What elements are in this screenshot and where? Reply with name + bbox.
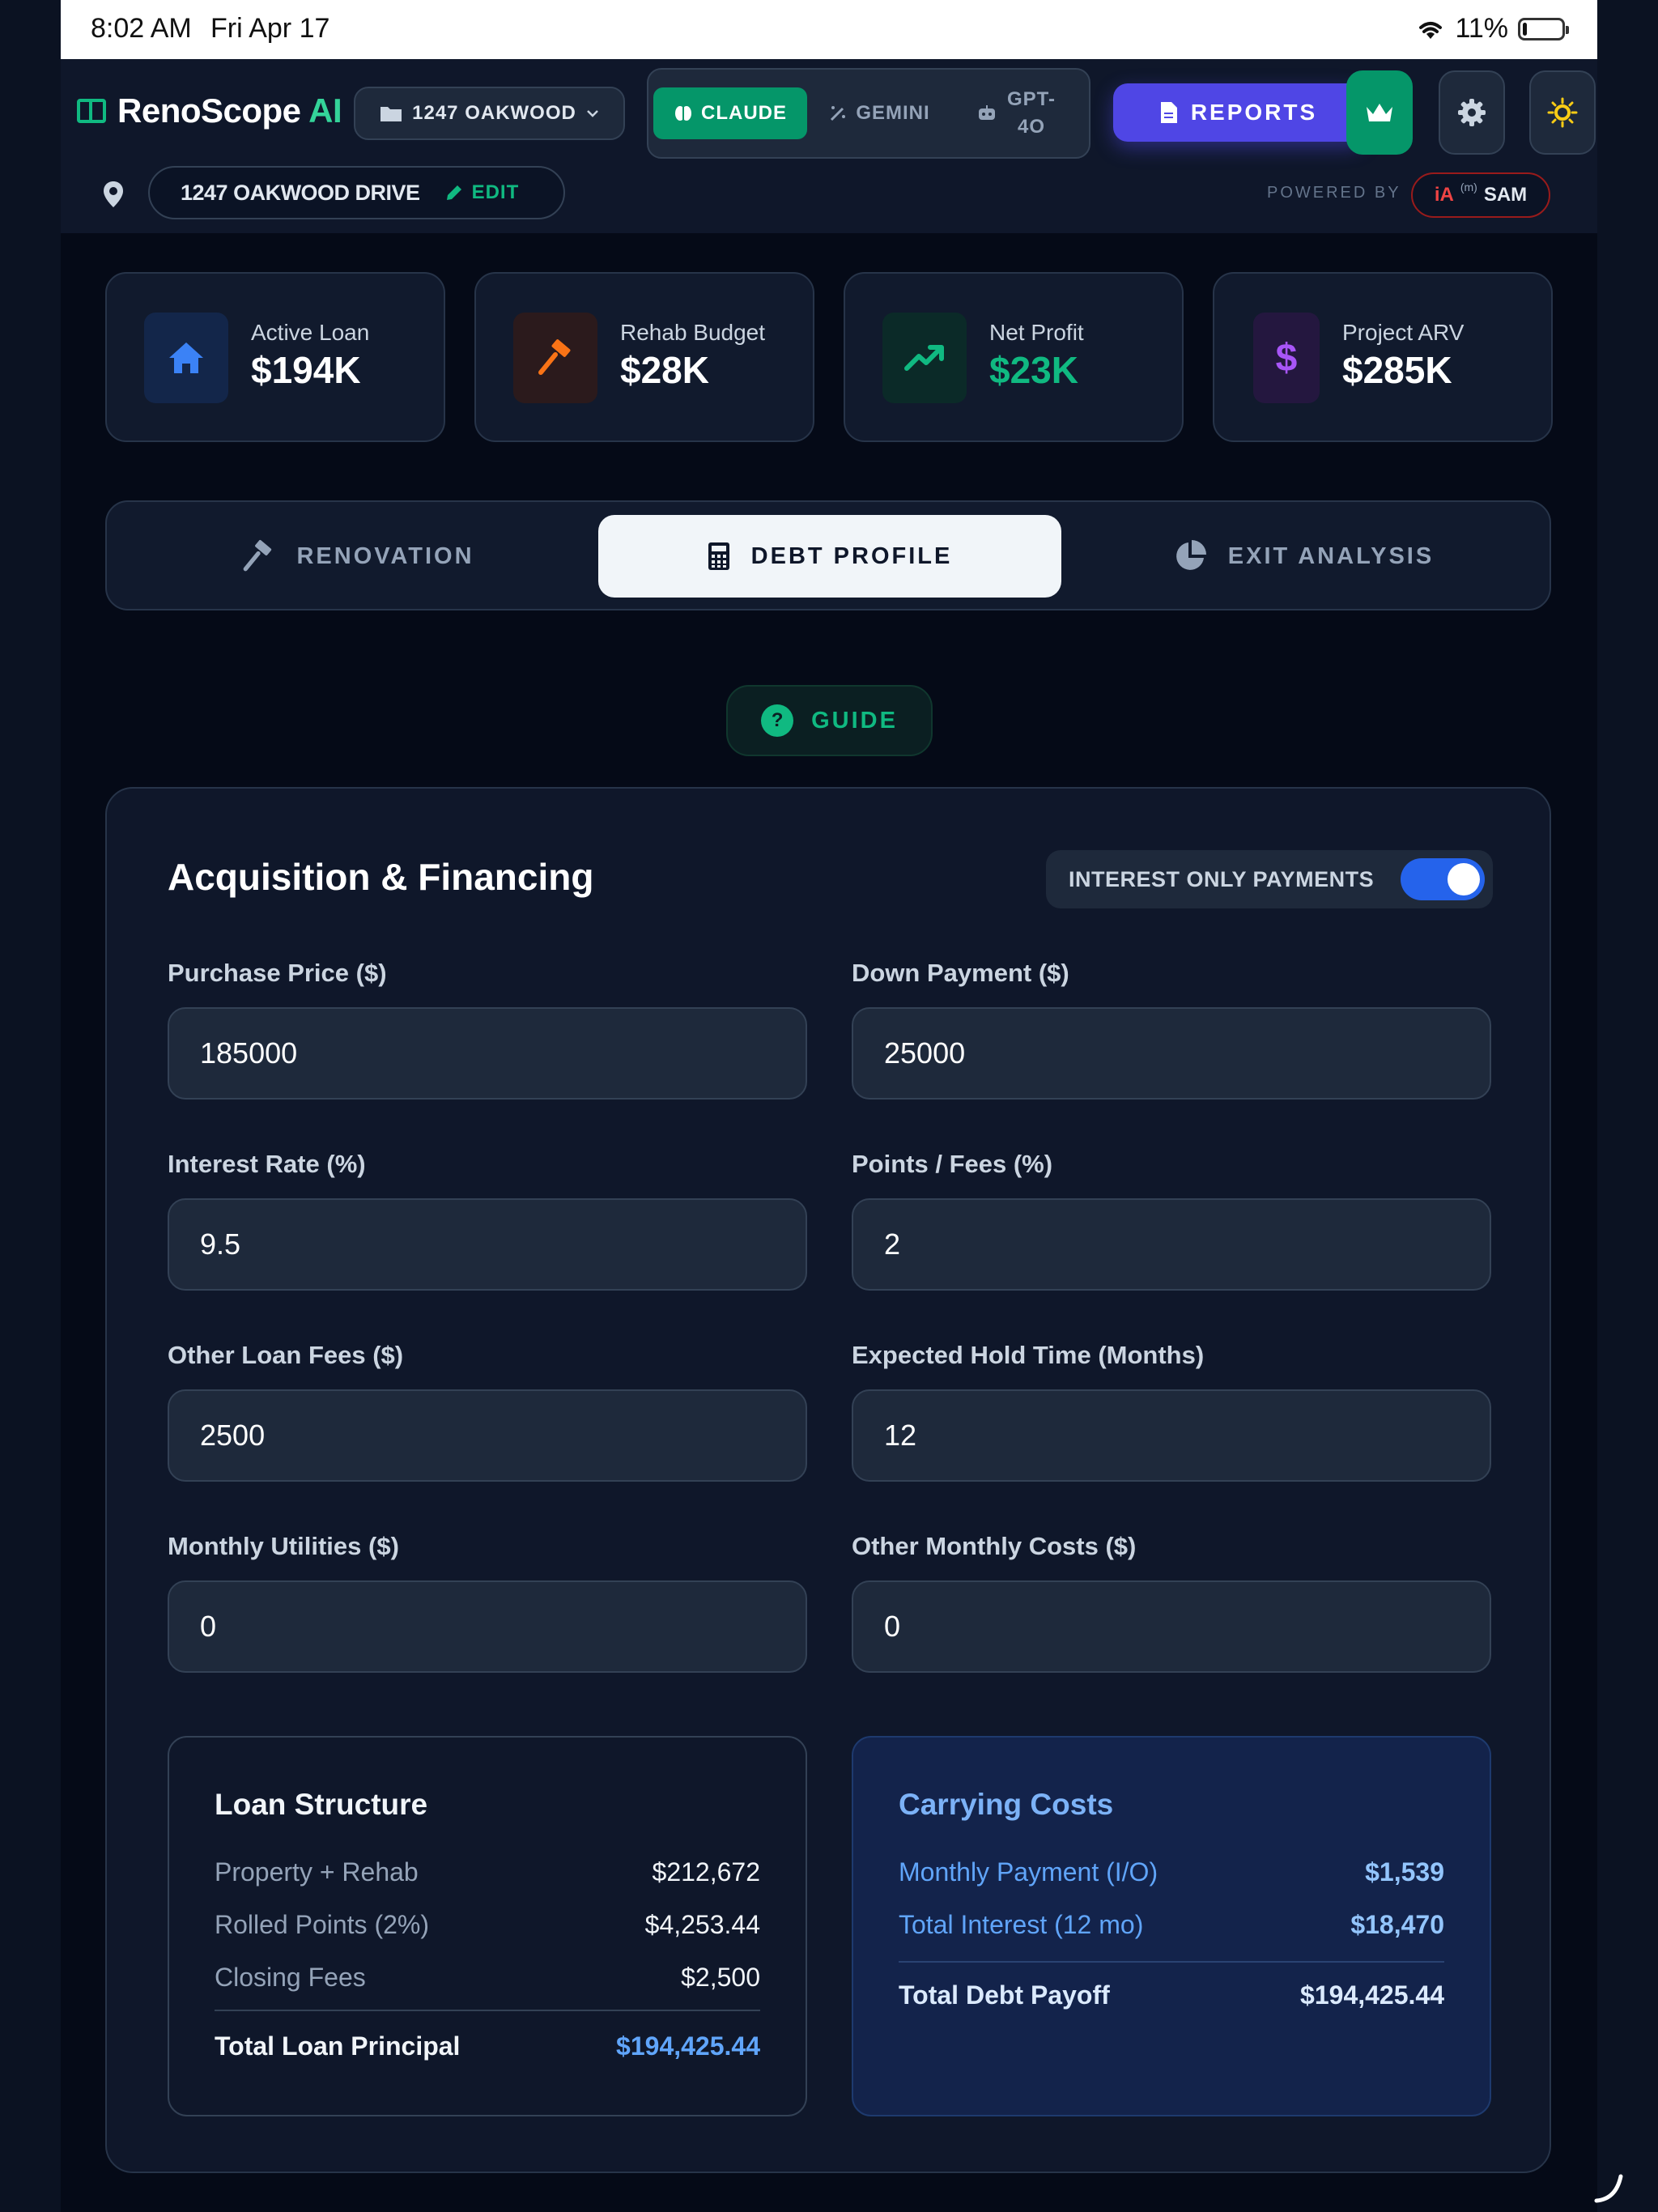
battery-level	[1523, 22, 1528, 36]
monthly-utilities-label: Monthly Utilities ($)	[168, 1532, 399, 1560]
brain-icon	[675, 106, 691, 121]
loan-row: Property + Rehab $212,672	[215, 1857, 760, 1887]
settings-button[interactable]	[1439, 70, 1505, 155]
battery-icon	[1518, 17, 1569, 40]
stat-card-active-loan: Active Loan $194K	[105, 272, 445, 442]
status-right: 11%	[1416, 13, 1569, 45]
chevron-down-icon	[586, 110, 598, 117]
divider	[899, 1961, 1444, 1963]
pencil-icon	[446, 185, 461, 200]
hold-time-input[interactable]: 12	[852, 1389, 1491, 1482]
hammer-icon	[244, 540, 272, 572]
app-header: RenoScope AI 1247 OAKWOOD CLAUDE GEMINI …	[61, 59, 1597, 233]
hold-time-label: Expected Hold Time (Months)	[852, 1341, 1205, 1369]
other-monthly-costs-label: Other Monthly Costs ($)	[852, 1532, 1137, 1560]
model-gpt4o-button[interactable]: GPT-4O	[956, 87, 1078, 139]
robot-icon	[979, 105, 995, 120]
model-selector: CLAUDE GEMINI GPT-4O	[647, 68, 1090, 159]
premium-button[interactable]	[1346, 70, 1413, 155]
status-time: 8:02 AM	[91, 13, 192, 44]
divider	[215, 2010, 760, 2011]
home-icon	[144, 313, 228, 403]
panel-title: Acquisition & Financing	[168, 856, 594, 898]
toggle-label: INTEREST ONLY PAYMENTS	[1069, 866, 1375, 891]
interest-only-toggle-row: INTEREST ONLY PAYMENTS	[1046, 850, 1493, 908]
loan-structure-title: Loan Structure	[215, 1788, 428, 1821]
tab-debt-profile[interactable]: DEBT PROFILE	[598, 515, 1061, 598]
carry-total-row: Total Debt Payoff $194,425.44	[899, 1980, 1444, 2010]
carry-row: Monthly Payment (I/O) $1,539	[899, 1857, 1444, 1887]
resize-handle-icon	[1594, 2174, 1623, 2203]
status-date: Fri Apr 17	[210, 13, 330, 44]
guide-button[interactable]: ? GUIDE	[726, 685, 933, 756]
hammer-icon	[513, 313, 597, 403]
purchase-price-label: Purchase Price ($)	[168, 959, 387, 987]
project-select[interactable]: 1247 OAKWOOD	[354, 87, 625, 140]
other-loan-fees-label: Other Loan Fees ($)	[168, 1341, 404, 1369]
magic-wand-icon	[831, 106, 846, 121]
loan-structure-card: Loan Structure Property + Rehab $212,672…	[168, 1736, 807, 2116]
question-icon: ?	[761, 704, 794, 737]
wifi-icon	[1419, 21, 1443, 39]
sun-icon	[1547, 97, 1578, 128]
stat-card-project-arv: $ Project ARV $285K	[1213, 272, 1553, 442]
carry-row: Total Interest (12 mo) $18,470	[899, 1910, 1444, 1939]
address-row: 1247 OAKWOOD DRIVE EDIT POWERED BY iA (m…	[61, 166, 1597, 223]
trending-up-icon	[882, 313, 967, 403]
interest-rate-input[interactable]: 9.5	[168, 1198, 807, 1291]
document-icon	[1160, 102, 1177, 123]
crown-icon	[1367, 104, 1392, 121]
stat-card-rehab-budget: Rehab Budget $28K	[474, 272, 814, 442]
folder-icon	[380, 107, 402, 121]
logo-icon	[77, 99, 106, 123]
down-payment-label: Down Payment ($)	[852, 959, 1069, 987]
model-claude-button[interactable]: CLAUDE	[653, 87, 807, 139]
battery-percent: 11%	[1455, 13, 1508, 44]
loan-total-row: Total Loan Principal $194,425.44	[215, 2031, 760, 2061]
address-text: 1247 OAKWOOD DRIVE	[181, 180, 420, 205]
loan-row: Closing Fees $2,500	[215, 1963, 760, 1992]
app-logo[interactable]: RenoScope AI	[77, 91, 342, 130]
carrying-costs-card: Carrying Costs Monthly Payment (I/O) $1,…	[852, 1736, 1491, 2116]
powered-by-label: POWERED BY	[1267, 184, 1401, 202]
points-fees-input[interactable]: 2	[852, 1198, 1491, 1291]
purchase-price-input[interactable]: 185000	[168, 1007, 807, 1100]
address-pill: 1247 OAKWOOD DRIVE EDIT	[148, 166, 565, 219]
calculator-icon	[708, 542, 729, 570]
section-tabs: RENOVATION DEBT PROFILE EXIT ANALYSIS	[105, 500, 1551, 610]
model-gemini-button[interactable]: GEMINI	[818, 87, 940, 139]
other-loan-fees-input[interactable]: 2500	[168, 1389, 807, 1482]
edit-address-button[interactable]: EDIT	[444, 181, 520, 204]
other-monthly-costs-input[interactable]: 0	[852, 1580, 1491, 1673]
interest-rate-label: Interest Rate (%)	[168, 1150, 366, 1178]
stat-card-net-profit: Net Profit $23K	[844, 272, 1184, 442]
tab-renovation[interactable]: RENOVATION	[139, 515, 576, 598]
theme-toggle-button[interactable]	[1529, 70, 1596, 155]
loan-row: Rolled Points (2%) $4,253.44	[215, 1910, 760, 1939]
monthly-utilities-input[interactable]: 0	[168, 1580, 807, 1673]
carrying-costs-title: Carrying Costs	[899, 1788, 1114, 1821]
points-fees-label: Points / Fees (%)	[852, 1150, 1053, 1178]
sam-badge[interactable]: iA (m) SAM	[1411, 172, 1550, 218]
dollar-icon: $	[1253, 313, 1320, 403]
map-pin-icon	[104, 181, 123, 207]
status-bar: 8:02 AM Fri Apr 17 11%	[61, 0, 1597, 59]
toggle-knob	[1448, 863, 1480, 895]
tab-exit-analysis[interactable]: EXIT ANALYSIS	[1085, 515, 1522, 598]
acquisition-financing-panel: Acquisition & Financing INTEREST ONLY PA…	[105, 787, 1551, 2173]
app-name: RenoScope AI	[117, 91, 342, 130]
interest-only-toggle[interactable]	[1401, 858, 1485, 900]
pie-chart-icon	[1175, 540, 1206, 570]
reports-button[interactable]: REPORTS	[1113, 83, 1364, 142]
project-select-label: 1247 OAKWOOD	[412, 102, 576, 124]
gear-icon	[1458, 99, 1486, 126]
down-payment-input[interactable]: 25000	[852, 1007, 1491, 1100]
